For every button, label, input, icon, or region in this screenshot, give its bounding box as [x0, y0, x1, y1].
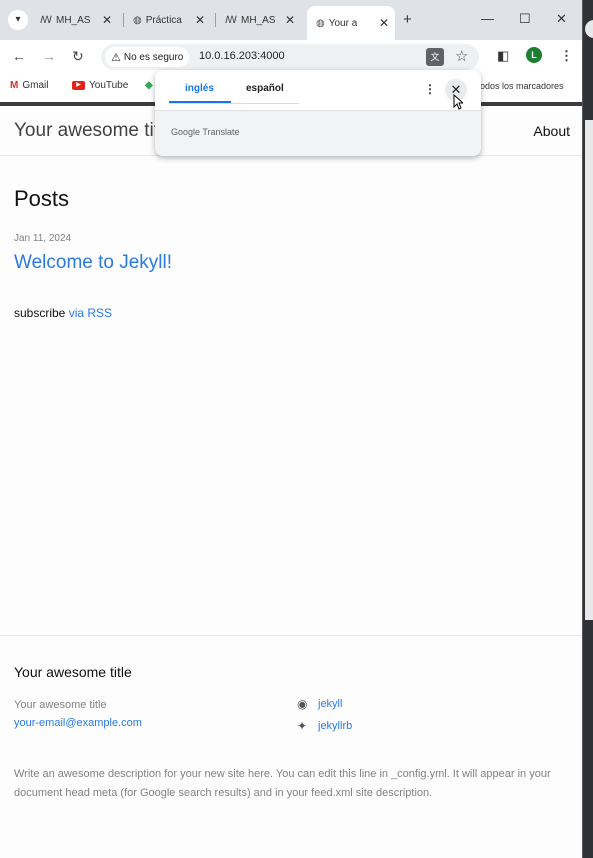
warning-icon: ⚠: [111, 51, 121, 64]
site-icon: ꟿ: [225, 14, 237, 26]
globe-icon: ◍: [316, 17, 325, 29]
close-window-icon[interactable]: ✕: [556, 11, 567, 27]
tab-label: Práctica: [145, 14, 182, 26]
close-tab-icon[interactable]: ✕: [195, 13, 205, 27]
web-page: Your awesome title About Posts Jan 11, 2…: [0, 106, 582, 858]
posts-heading: Posts: [14, 186, 70, 211]
tab-divider: [215, 13, 216, 27]
github-username: jekyll: [318, 698, 343, 710]
minimize-icon[interactable]: —: [481, 11, 494, 26]
tab-baseline: [169, 103, 299, 104]
post-date: Jan 11, 2024: [14, 233, 72, 244]
maximize-icon[interactable]: ☐: [519, 11, 531, 27]
tab-2[interactable]: ◍ Práctica ✕: [133, 8, 211, 32]
background-window-edge: [582, 0, 593, 858]
browser-toolbar: ← → ↻ ⚠ No es seguro 10.0.16.203:4000 文 …: [0, 40, 582, 74]
tab-label: Your a: [328, 17, 358, 29]
footer-heading: Your awesome title: [14, 664, 132, 680]
tab-active[interactable]: ◍ Your a ✕: [307, 6, 395, 40]
nav-about-link[interactable]: About: [533, 123, 570, 139]
address-bar[interactable]: ⚠ No es seguro 10.0.16.203:4000 文 ☆: [101, 44, 479, 70]
footer-site-name: Your awesome title: [14, 699, 107, 711]
tab-label: MH_AS: [56, 14, 91, 26]
side-panel-icon[interactable]: ◧: [497, 48, 509, 64]
tab-label: MH_AS: [241, 14, 276, 26]
background-fragment: [585, 20, 593, 38]
background-fragment: [585, 120, 593, 620]
close-tab-icon[interactable]: ✕: [285, 13, 295, 27]
site-title[interactable]: Your awesome title: [14, 120, 174, 142]
security-indicator[interactable]: ⚠ No es seguro: [105, 47, 190, 67]
footer-email-link[interactable]: your-email@example.com: [14, 717, 142, 729]
menu-kebab-icon[interactable]: ⋮: [560, 48, 573, 64]
github-icon: ◉: [297, 697, 308, 711]
twitter-link[interactable]: ✦ jekyllrb: [297, 719, 352, 733]
translate-icon[interactable]: 文: [426, 48, 444, 66]
site-icon: ꟿ: [40, 14, 52, 26]
new-tab-button[interactable]: +: [403, 11, 412, 28]
url-text[interactable]: 10.0.16.203:4000: [199, 50, 285, 62]
maps-icon: ◆: [145, 80, 153, 91]
tab-3[interactable]: ꟿ MH_AS ✕: [225, 8, 301, 32]
popup-footer: Google Translate: [155, 110, 481, 156]
youtube-icon: ▶: [72, 81, 85, 90]
close-tab-icon[interactable]: ✕: [379, 16, 389, 30]
tab-1[interactable]: ꟿ MH_AS ✕: [40, 8, 118, 32]
all-bookmarks-button[interactable]: odos los marcadores: [480, 81, 564, 91]
mouse-cursor-icon: [453, 94, 463, 110]
target-language-tab[interactable]: español: [246, 83, 284, 94]
close-tab-icon[interactable]: ✕: [102, 13, 112, 27]
bookmark-youtube[interactable]: ▶ YouTube: [72, 80, 128, 91]
tab-divider: [123, 13, 124, 27]
bookmark-label: Gmail: [22, 80, 49, 91]
gmail-icon: M: [10, 80, 19, 91]
globe-icon: ◍: [133, 14, 142, 26]
source-language-tab[interactable]: inglés: [185, 83, 214, 94]
forward-arrow-icon[interactable]: →: [42, 48, 56, 64]
browser-window: ▾ ꟿ MH_AS ✕ ◍ Práctica ✕ ꟿ MH_AS ✕ ◍ You…: [0, 0, 582, 858]
footer-description: Write an awesome description for your ne…: [14, 768, 551, 799]
tab-strip: ▾ ꟿ MH_AS ✕ ◍ Práctica ✕ ꟿ MH_AS ✕ ◍ You…: [0, 0, 582, 40]
google-translate-logo: Google Translate: [171, 127, 240, 137]
security-label: No es seguro: [123, 51, 184, 63]
bookmark-gmail[interactable]: M Gmail: [10, 80, 48, 91]
reload-icon[interactable]: ↻: [72, 48, 84, 65]
back-arrow-icon[interactable]: ←: [12, 48, 26, 64]
site-footer: Your awesome title Your awesome title yo…: [0, 635, 582, 858]
tab-search-button[interactable]: ▾: [8, 10, 28, 30]
twitter-username: jekyllrb: [318, 720, 353, 732]
subscribe-line: subscribe via RSS: [14, 306, 112, 320]
translate-popup: inglés español ⋮ ✕ Google Translate: [155, 70, 481, 156]
rss-link[interactable]: via RSS: [69, 306, 112, 320]
post-title-link[interactable]: Welcome to Jekyll!: [14, 252, 172, 274]
active-tab-indicator: [169, 101, 231, 103]
twitter-icon: ✦: [297, 719, 308, 733]
bookmark-star-icon[interactable]: ☆: [455, 47, 468, 65]
profile-avatar[interactable]: L: [526, 47, 542, 63]
more-options-icon[interactable]: ⋮: [424, 82, 436, 96]
github-link[interactable]: ◉ jekyll: [297, 697, 342, 711]
subscribe-label: subscribe: [14, 306, 66, 320]
bookmark-label: YouTube: [89, 80, 129, 91]
